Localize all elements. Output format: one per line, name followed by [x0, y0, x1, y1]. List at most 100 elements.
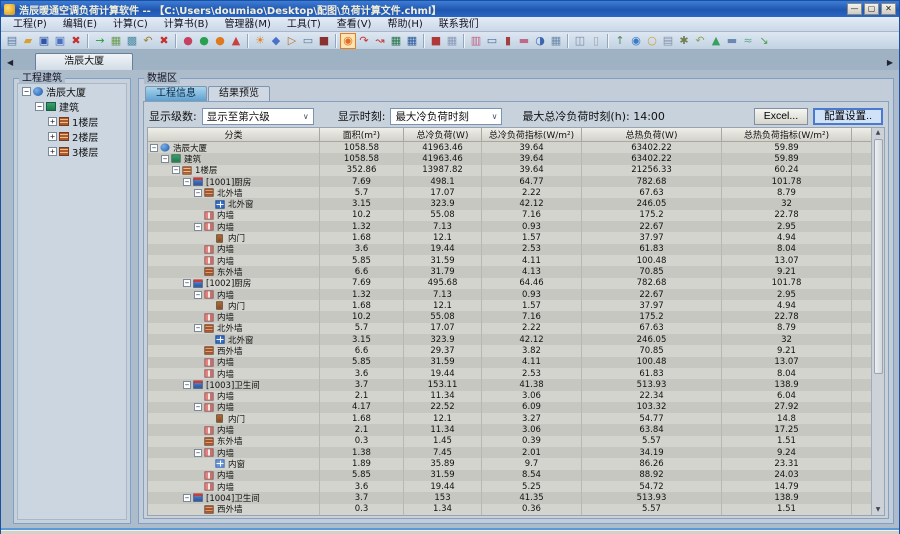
export-doc-icon[interactable]: ▷ — [284, 33, 300, 49]
display-time-select[interactable]: 最大冷负荷时刻 ∨ — [390, 108, 502, 125]
column-header[interactable]: 总冷负荷(W) — [404, 128, 482, 142]
grid-red-icon[interactable]: ■ — [428, 33, 444, 49]
table-row[interactable]: −浩辰大厦1058.5841963.4639.6463402.2259.89 — [148, 142, 871, 153]
excel-export-button[interactable]: Excel... — [754, 108, 808, 125]
table-row[interactable]: 内墙10.255.087.16175.222.78 — [148, 210, 871, 221]
dash-icon[interactable]: ▬ — [724, 33, 740, 49]
monitor-icon[interactable]: ▭ — [484, 33, 500, 49]
bars-pink-icon[interactable]: ▥ — [468, 33, 484, 49]
table-row[interactable]: −内墙1.327.130.9322.672.95 — [148, 289, 871, 300]
collapse-box[interactable]: − — [194, 449, 202, 457]
curve-heat-icon[interactable]: ↝ — [372, 33, 388, 49]
collapse-box[interactable]: − — [183, 178, 191, 186]
new-file-icon[interactable]: ▤ — [4, 33, 20, 49]
excel-export-icon[interactable]: ▦ — [388, 33, 404, 49]
table-row[interactable]: −内墙4.1722.526.09103.3227.92 — [148, 402, 871, 413]
scroll-up-icon[interactable]: ▲ — [876, 128, 881, 138]
expand-box[interactable]: + — [48, 147, 57, 156]
tab-scroll-left-icon[interactable]: ◀ — [3, 58, 17, 70]
column-header[interactable]: 总热负荷(W) — [582, 128, 722, 142]
table-row[interactable]: −北外墙5.717.072.2267.638.79 — [148, 323, 871, 334]
maximize-button[interactable]: ▢ — [864, 3, 879, 15]
column-header[interactable]: 面积(m²) — [320, 128, 404, 142]
menu-item[interactable]: 计算书(B) — [156, 17, 217, 32]
menu-item[interactable]: 查看(V) — [329, 17, 380, 32]
wave-icon[interactable]: ≈ — [740, 33, 756, 49]
save-as-icon[interactable]: ▣ — [52, 33, 68, 49]
menu-item[interactable]: 工具(T) — [279, 17, 329, 32]
doc-icon[interactable]: ▤ — [660, 33, 676, 49]
book-icon[interactable]: ◫ — [572, 33, 588, 49]
blocks-icon[interactable]: ▩ — [124, 33, 140, 49]
table-row[interactable]: 西外墙0.31.340.365.571.51 — [148, 504, 871, 515]
undo-icon[interactable]: ↶ — [140, 33, 156, 49]
collapse-box[interactable]: − — [194, 291, 202, 299]
materials-icon[interactable]: ▦ — [108, 33, 124, 49]
bulb-icon[interactable]: ○ — [644, 33, 660, 49]
collapse-box[interactable]: − — [194, 223, 202, 231]
menu-item[interactable]: 计算(C) — [105, 17, 156, 32]
divider-icon[interactable]: ▯ — [588, 33, 604, 49]
printer-icon[interactable]: ▭ — [300, 33, 316, 49]
pie-cold-icon[interactable]: ● — [180, 33, 196, 49]
close-button[interactable]: ✕ — [881, 3, 896, 15]
expand-box[interactable]: + — [48, 117, 57, 126]
person-icon[interactable]: ▲ — [708, 33, 724, 49]
tree-node[interactable]: −浩辰大厦 — [18, 84, 126, 99]
table-row[interactable]: 内门1.6812.13.2754.7714.8 — [148, 413, 871, 424]
document-tab[interactable]: 浩辰大厦 — [35, 53, 133, 70]
column-header[interactable]: 总热负荷指标(W/m²) — [722, 128, 852, 142]
gear-icon[interactable]: ✱ — [676, 33, 692, 49]
table-grid-icon[interactable]: ▦ — [548, 33, 564, 49]
undo2-icon[interactable]: ↶ — [692, 33, 708, 49]
table-row[interactable]: −建筑1058.5841963.4639.6463402.2259.89 — [148, 153, 871, 164]
table-row[interactable]: 内墙5.8531.594.11100.4813.07 — [148, 255, 871, 266]
curve-cold-icon[interactable]: ↷ — [356, 33, 372, 49]
collapse-box[interactable]: − — [194, 189, 202, 197]
table-row[interactable]: 内墙3.619.442.5361.838.04 — [148, 244, 871, 255]
display-level-select[interactable]: 显示至第六级 ∨ — [202, 108, 314, 125]
scrollbar-thumb[interactable] — [874, 139, 883, 374]
table-row[interactable]: 西外墙6.629.373.8270.859.21 — [148, 345, 871, 356]
chart-pink-icon[interactable]: ▬ — [516, 33, 532, 49]
scroll-down-icon[interactable]: ▼ — [876, 505, 881, 515]
table-row[interactable]: −1楼层352.8613987.8239.6421256.3360.24 — [148, 165, 871, 176]
chart-combo-icon[interactable]: ▲ — [228, 33, 244, 49]
table-row[interactable]: 北外窗3.15323.942.12246.0532 — [148, 198, 871, 209]
tree-node[interactable]: −建筑 — [18, 99, 126, 114]
config-settings-button[interactable]: 配置设置.. — [813, 108, 883, 125]
globe-icon[interactable]: ◉ — [628, 33, 644, 49]
table-row[interactable]: 北外窗3.15323.942.12246.0532 — [148, 334, 871, 345]
pie-moist-icon[interactable]: ● — [212, 33, 228, 49]
table-row[interactable]: 东外墙0.31.450.395.571.51 — [148, 436, 871, 447]
open-folder-icon[interactable]: ▰ — [20, 33, 36, 49]
tab-project-info[interactable]: 工程信息 — [145, 86, 207, 101]
collapse-box[interactable]: − — [194, 403, 202, 411]
table-row[interactable]: −[1001]厨房7.69498.164.77782.68101.78 — [148, 176, 871, 187]
table-row[interactable]: 内墙10.255.087.16175.222.78 — [148, 311, 871, 322]
collapse-box[interactable]: − — [35, 102, 44, 111]
table-row[interactable]: 内墙3.619.442.5361.838.04 — [148, 368, 871, 379]
table-row[interactable]: 内墙2.111.343.0663.8417.25 — [148, 424, 871, 435]
tab-result-preview[interactable]: 结果预览 — [208, 86, 270, 101]
collapse-box[interactable]: − — [194, 324, 202, 332]
collapse-box[interactable]: − — [183, 494, 191, 502]
calc-result-icon[interactable]: ◉ — [340, 33, 356, 49]
table-row[interactable]: −内墙1.387.452.0134.199.24 — [148, 447, 871, 458]
vertical-scrollbar[interactable]: ▲ ▼ — [871, 128, 884, 515]
tree-node[interactable]: +1楼层 — [18, 114, 126, 129]
table-row[interactable]: −[1003]卫生间3.7153.1141.38513.93138.9 — [148, 379, 871, 390]
column-header[interactable] — [852, 128, 871, 142]
word-export-icon[interactable]: ▦ — [404, 33, 420, 49]
table-row[interactable]: 内门1.6812.11.5737.974.94 — [148, 300, 871, 311]
import-icon[interactable]: → — [92, 33, 108, 49]
table-row[interactable]: 内墙5.8531.594.11100.4813.07 — [148, 357, 871, 368]
column-header[interactable]: 总冷负荷指标(W/m²) — [482, 128, 582, 142]
collapse-box[interactable]: − — [183, 381, 191, 389]
table-row[interactable]: −内墙1.327.130.9322.672.95 — [148, 221, 871, 232]
table-row[interactable]: −[1004]卫生间3.715341.35513.93138.9 — [148, 492, 871, 503]
delete-icon[interactable]: ✖ — [68, 33, 84, 49]
save-icon[interactable]: ▣ — [36, 33, 52, 49]
tab-scroll-right-icon[interactable]: ▶ — [883, 58, 897, 70]
tree-node[interactable]: +3楼层 — [18, 144, 126, 159]
